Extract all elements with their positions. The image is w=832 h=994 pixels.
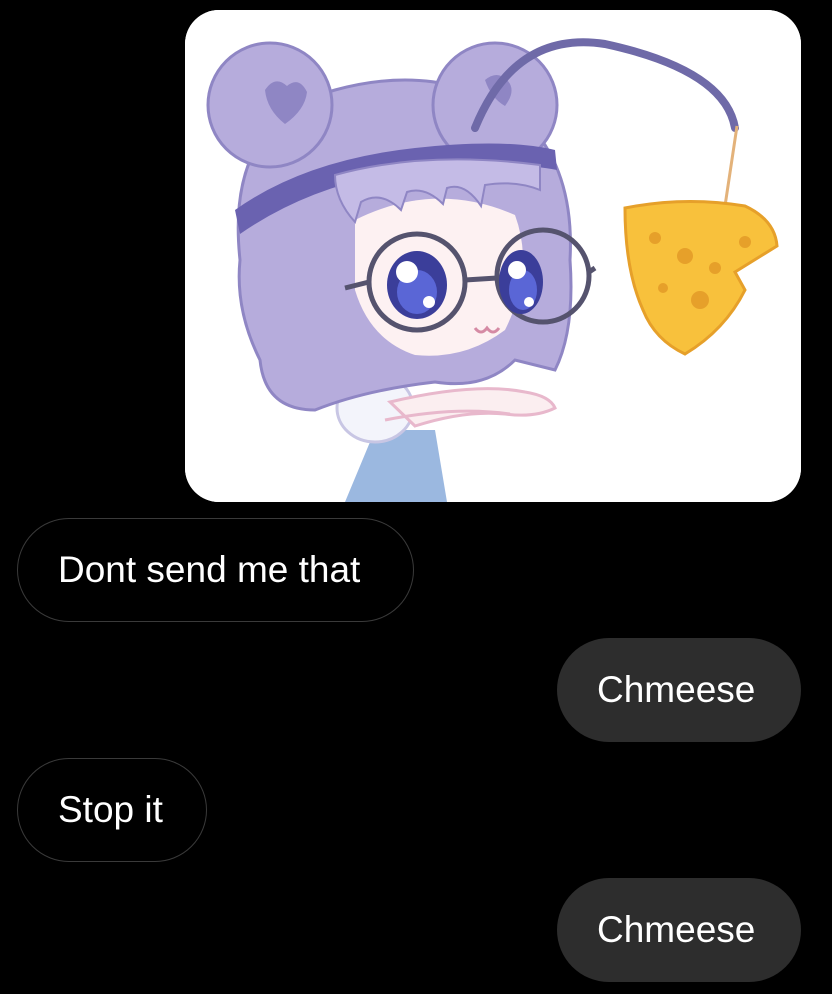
message-text: Chmeese xyxy=(597,669,756,710)
message-text: Dont send me that xyxy=(58,549,361,590)
message-text: Stop it xyxy=(58,789,163,830)
message-bubble-incoming[interactable]: Stop it xyxy=(17,758,207,862)
message-text: Chmeese xyxy=(597,909,756,950)
message-bubble-outgoing[interactable]: Chmeese xyxy=(557,638,801,742)
chat-thread: Dont send me that Chmeese Stop it Chmees… xyxy=(0,0,832,994)
message-bubble-incoming[interactable]: Dont send me that xyxy=(17,518,414,622)
message-bubble-outgoing[interactable]: Chmeese xyxy=(557,878,801,982)
image-message[interactable] xyxy=(185,10,801,502)
sticker-image xyxy=(185,10,801,502)
